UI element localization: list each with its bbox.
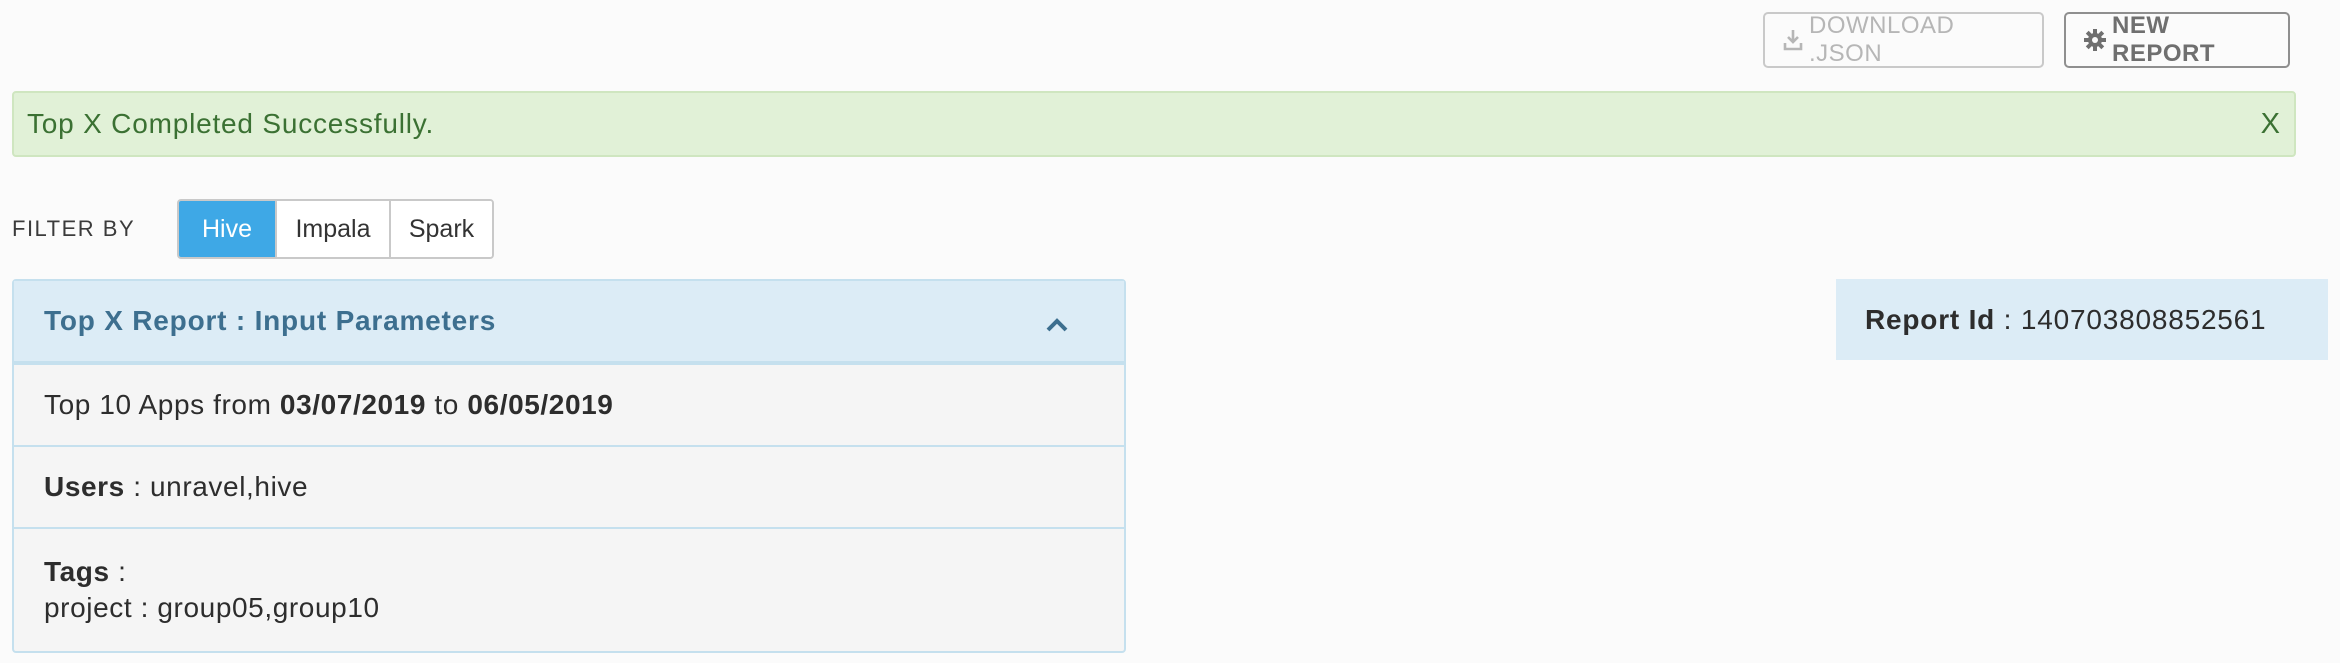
tags-separator: : — [109, 556, 127, 587]
alert-close-button[interactable]: X — [2261, 108, 2280, 141]
report-id-label: Report Id — [1865, 303, 1996, 335]
apps-prefix: Top 10 Apps from — [44, 389, 280, 420]
new-report-label: NEW REPORT — [2112, 12, 2216, 67]
filter-bar: FILTER BY Hive Impala Spark — [12, 199, 494, 259]
filter-label: FILTER BY — [12, 216, 136, 241]
alert-message: Top X Completed Successfully. — [27, 108, 435, 139]
panel-header[interactable]: Top X Report : Input Parameters — [14, 281, 1124, 363]
success-alert: Top X Completed Successfully. X — [12, 91, 2296, 157]
date-from: 03/07/2019 — [279, 389, 427, 420]
users-label: Users — [44, 471, 125, 502]
tags-label: Tags — [44, 556, 110, 587]
download-icon — [1783, 29, 1803, 51]
date-to: 06/05/2019 — [467, 389, 614, 420]
date-range-row: Top 10 Apps from 03/07/2019 to 06/05/201… — [14, 363, 1124, 445]
date-separator: to — [426, 389, 468, 420]
new-report-button[interactable]: NEW REPORT — [2064, 12, 2290, 68]
users-row: Users : unravel,hive — [14, 445, 1124, 527]
filter-hive-button[interactable]: Hive — [179, 201, 275, 257]
input-parameters-panel: Top X Report : Input Parameters Top 10 A… — [12, 279, 1126, 653]
chevron-up-icon[interactable] — [1046, 317, 1068, 337]
panel-title: Top X Report : Input Parameters — [44, 305, 497, 336]
report-id-box: Report Id : 140703808852561 — [1836, 279, 2328, 360]
download-json-label: DOWNLOAD .JSON — [1809, 12, 1955, 67]
download-json-button[interactable]: DOWNLOAD .JSON — [1763, 12, 2044, 68]
users-separator: : — [124, 471, 150, 502]
gear-icon — [2084, 29, 2106, 51]
report-id-value: 140703808852561 — [2020, 303, 2267, 335]
tags-value: project : group05,group10 — [44, 592, 380, 623]
engine-filter-group: Hive Impala Spark — [177, 199, 494, 259]
filter-impala-button[interactable]: Impala — [275, 201, 389, 257]
report-id-separator: : — [1995, 303, 2021, 335]
filter-spark-button[interactable]: Spark — [389, 201, 492, 257]
tags-heading: Tags : — [44, 556, 126, 588]
toolbar: DOWNLOAD .JSON NEW REPORT — [1763, 12, 2290, 68]
users-value: unravel,hive — [149, 471, 309, 502]
tags-row: Tags : project : group05,group10 — [14, 527, 1124, 651]
